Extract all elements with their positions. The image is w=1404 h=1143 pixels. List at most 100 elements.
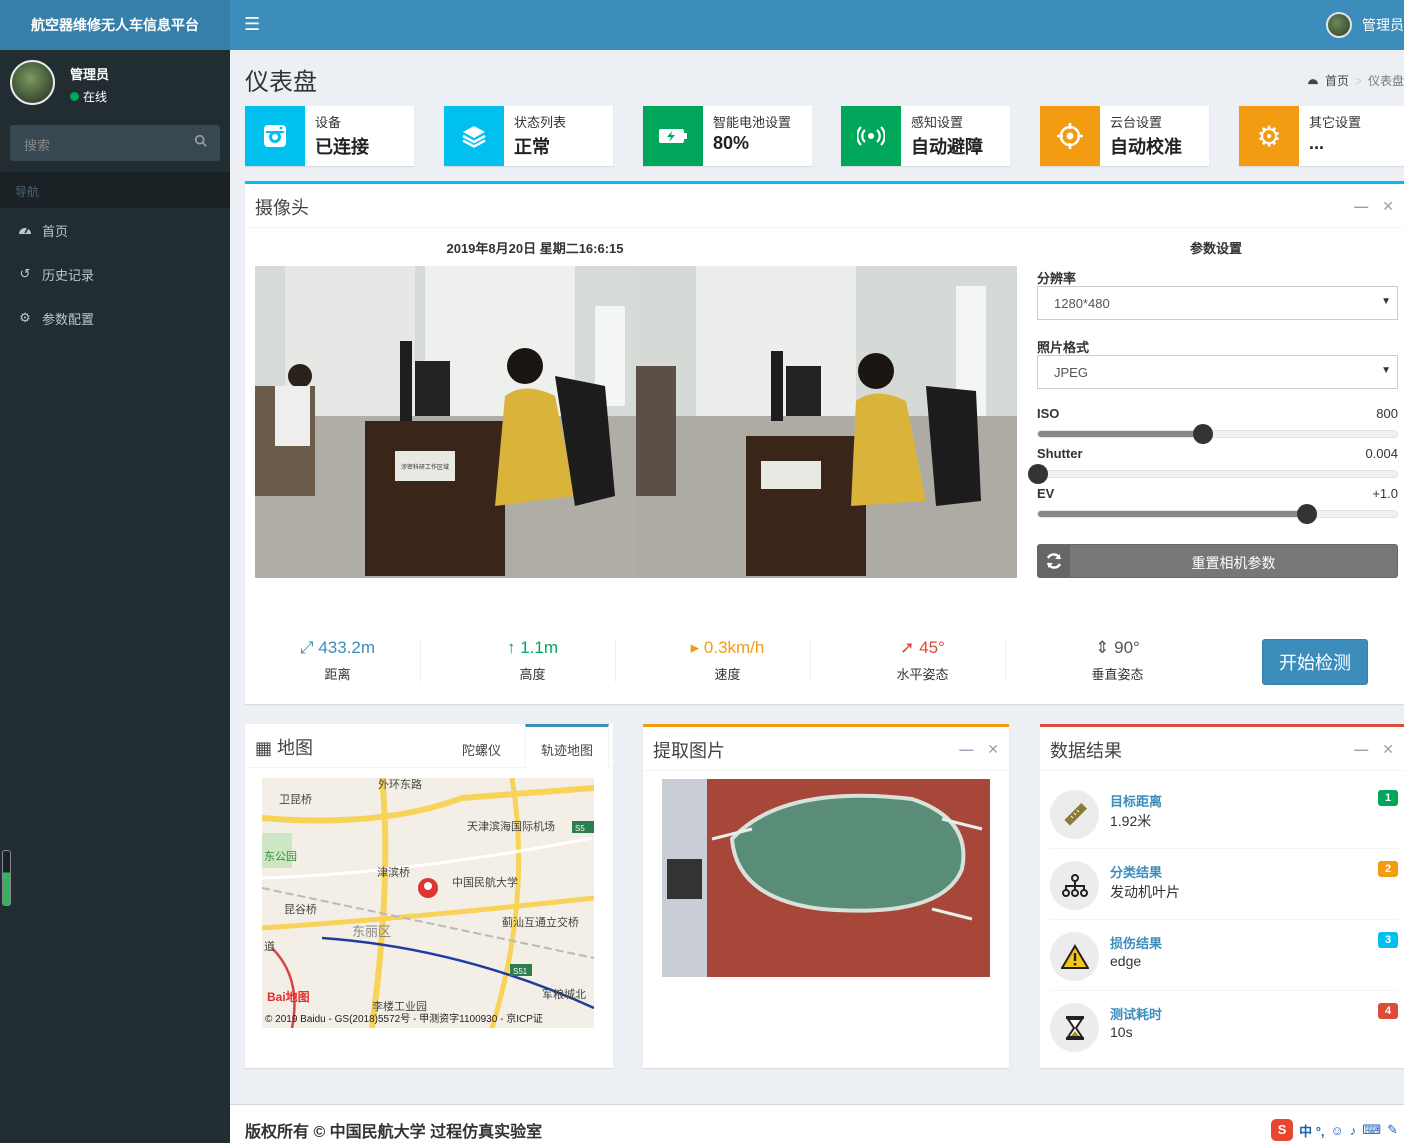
map-label: 东公园 — [264, 850, 297, 863]
sidebar-item-label: 首页 — [42, 223, 69, 239]
stat-divider — [420, 640, 421, 682]
format-select[interactable]: JPEG ▼ — [1037, 355, 1398, 389]
close-icon[interactable]: ✕ — [1382, 198, 1394, 215]
app-logo[interactable]: 航空器维修无人车信息平台 — [0, 0, 230, 50]
crosshair-icon — [1040, 106, 1100, 166]
resolution-value: 1280*480 — [1054, 296, 1110, 311]
footer-text: 版权所有 © 中国民航大学 过程仿真实验室 — [245, 1124, 543, 1141]
ruler-icon — [1050, 790, 1099, 839]
iso-slider[interactable] — [1037, 424, 1398, 444]
map-box-title: 地图 — [277, 738, 314, 758]
info-box-value: 自动避障 — [911, 137, 983, 157]
ev-slider-fill — [1038, 511, 1308, 517]
shutter-label: Shutter — [1037, 446, 1083, 461]
chevron-down-icon: ▼ — [1381, 296, 1391, 307]
info-box-value: 已连接 — [315, 137, 369, 157]
sidebar-item-history[interactable]: ↺ 历史记录 — [0, 252, 230, 296]
format-label: 照片格式 — [1037, 340, 1090, 355]
skin-icon[interactable]: ✎ — [1387, 1122, 1398, 1138]
resolution-select[interactable]: 1280*480 ▼ — [1037, 286, 1398, 320]
resolution-label: 分辨率 — [1037, 271, 1077, 286]
arrow-up-icon: ↑ — [506, 638, 516, 657]
iso-slider-handle[interactable] — [1193, 424, 1214, 444]
tab-gyroscope[interactable]: 陀螺仪 — [447, 724, 516, 768]
result-value: edge — [1110, 953, 1142, 969]
ev-slider[interactable] — [1037, 504, 1398, 524]
sidebar-toggle-icon[interactable]: ☰ — [244, 15, 260, 33]
nav-header: 导航 — [0, 172, 230, 208]
emoji-icon[interactable]: ☺ — [1331, 1123, 1344, 1138]
user-avatar-small — [1326, 12, 1352, 38]
map-view[interactable]: 卫昆桥 外环东路 天津滨海国际机场 东公园 津滨桥 中国民航大学 昆谷桥 东丽区… — [262, 778, 594, 1028]
map-canvas[interactable]: 卫昆桥 外环东路 天津滨海国际机场 东公园 津滨桥 中国民航大学 昆谷桥 东丽区… — [262, 778, 594, 1028]
ime-mode[interactable]: 中 °, — [1299, 1121, 1324, 1140]
sidebar-user-name: 管理员 — [70, 67, 110, 82]
result-value: 1.92米 — [1110, 813, 1152, 829]
info-box-gimbal[interactable]: 云台设置 自动校准 — [1040, 106, 1209, 166]
cogs-icon: ⚙ — [19, 310, 31, 325]
info-box-label: 其它设置 — [1309, 115, 1362, 130]
shutter-value: 0.004 — [1365, 446, 1398, 461]
app-title: 航空器维修无人车信息平台 — [31, 17, 199, 33]
user-menu[interactable]: 管理员 — [1326, 12, 1404, 38]
reset-camera-button[interactable]: 重置相机参数 — [1037, 544, 1398, 578]
info-box-perception[interactable]: 感知设置 自动避障 — [841, 106, 1010, 166]
camera-feed-right — [636, 266, 1017, 578]
close-icon[interactable]: ✕ — [1382, 741, 1394, 758]
info-box-value: 自动校准 — [1110, 137, 1182, 157]
search-icon[interactable] — [194, 134, 208, 148]
map-label: 天津滨海国际机场 — [467, 819, 555, 833]
stat-speed: ▸ 0.3km/h 速度 — [630, 638, 825, 683]
stat-value: 45° — [919, 638, 945, 657]
stat-height: ↑ 1.1m 高度 — [435, 638, 630, 683]
shutter-slider-handle[interactable] — [1028, 464, 1048, 484]
sidebar-item-home[interactable]: 首页 — [0, 208, 230, 252]
ime-toolbar[interactable]: S 中 °, ☺ ♪ ⌨ ✎ — [1265, 1117, 1404, 1143]
map-label: S51 — [513, 967, 528, 976]
camera-datetime: 2019年8月20日 星期二16:6:15 — [446, 241, 624, 256]
result-value: 10s — [1110, 1024, 1133, 1040]
gear-icon: ⚙ — [1239, 106, 1299, 166]
sidebar-item-settings[interactable]: ⚙ 参数配置 — [0, 296, 230, 340]
stat-divider — [1005, 640, 1006, 682]
minimize-icon[interactable]: — — [1354, 198, 1368, 215]
info-box-battery[interactable]: 智能电池设置 80% — [643, 106, 812, 166]
map-label: 李楼工业园 — [372, 999, 427, 1013]
warning-icon — [1050, 932, 1099, 981]
location-arrow-icon: ➚ — [900, 638, 915, 657]
result-badge: 4 — [1378, 1003, 1398, 1019]
map-label: 昆谷桥 — [284, 903, 317, 916]
map-label: S5 — [575, 824, 585, 833]
info-box-value: 80% — [713, 133, 750, 153]
tab-track-map[interactable]: 轨迹地图 — [525, 724, 610, 768]
info-box-label: 云台设置 — [1110, 115, 1163, 130]
shutter-slider[interactable] — [1028, 464, 1398, 484]
stat-label: 水平姿态 — [896, 667, 949, 682]
footer: 版权所有 © 中国民航大学 过程仿真实验室 — [230, 1104, 1404, 1143]
expand-icon: ⤢ — [299, 638, 314, 657]
info-box-device[interactable]: 设备 已连接 — [245, 106, 414, 166]
result-item-classification: 分类结果 发动机叶片 2 — [1050, 850, 1398, 920]
stat-divider — [810, 640, 811, 682]
close-icon[interactable]: ✕ — [987, 741, 999, 758]
info-box-label: 感知设置 — [911, 115, 964, 130]
search-input[interactable]: 搜索 — [10, 125, 220, 161]
result-item-damage: 损伤结果 edge 3 — [1050, 921, 1398, 991]
top-navbar: ☰ 管理员 — [230, 0, 1404, 50]
dashboard-icon — [1307, 74, 1319, 88]
sogou-logo-icon[interactable]: S — [1271, 1119, 1294, 1141]
info-box-other[interactable]: ⚙ 其它设置... — [1239, 106, 1404, 166]
map-label: 军粮城北 — [542, 987, 586, 1001]
microphone-icon[interactable]: ♪ — [1350, 1123, 1357, 1138]
result-label: 目标距离 — [1110, 794, 1163, 809]
info-box-status[interactable]: 状态列表 正常 — [444, 106, 613, 166]
minimize-icon[interactable]: — — [1354, 741, 1368, 758]
breadcrumb: 首页 > 仪表盘 — [1307, 72, 1404, 89]
info-box-label: 设备 — [315, 115, 342, 130]
stat-value: 1.1m — [520, 638, 559, 657]
sidebar-item-label: 历史记录 — [42, 267, 95, 283]
start-detection-button[interactable]: 开始检测 — [1262, 639, 1368, 685]
minimize-icon[interactable]: — — [959, 741, 973, 758]
keyboard-icon[interactable]: ⌨ — [1362, 1122, 1381, 1138]
breadcrumb-home[interactable]: 首页 — [1325, 72, 1349, 89]
